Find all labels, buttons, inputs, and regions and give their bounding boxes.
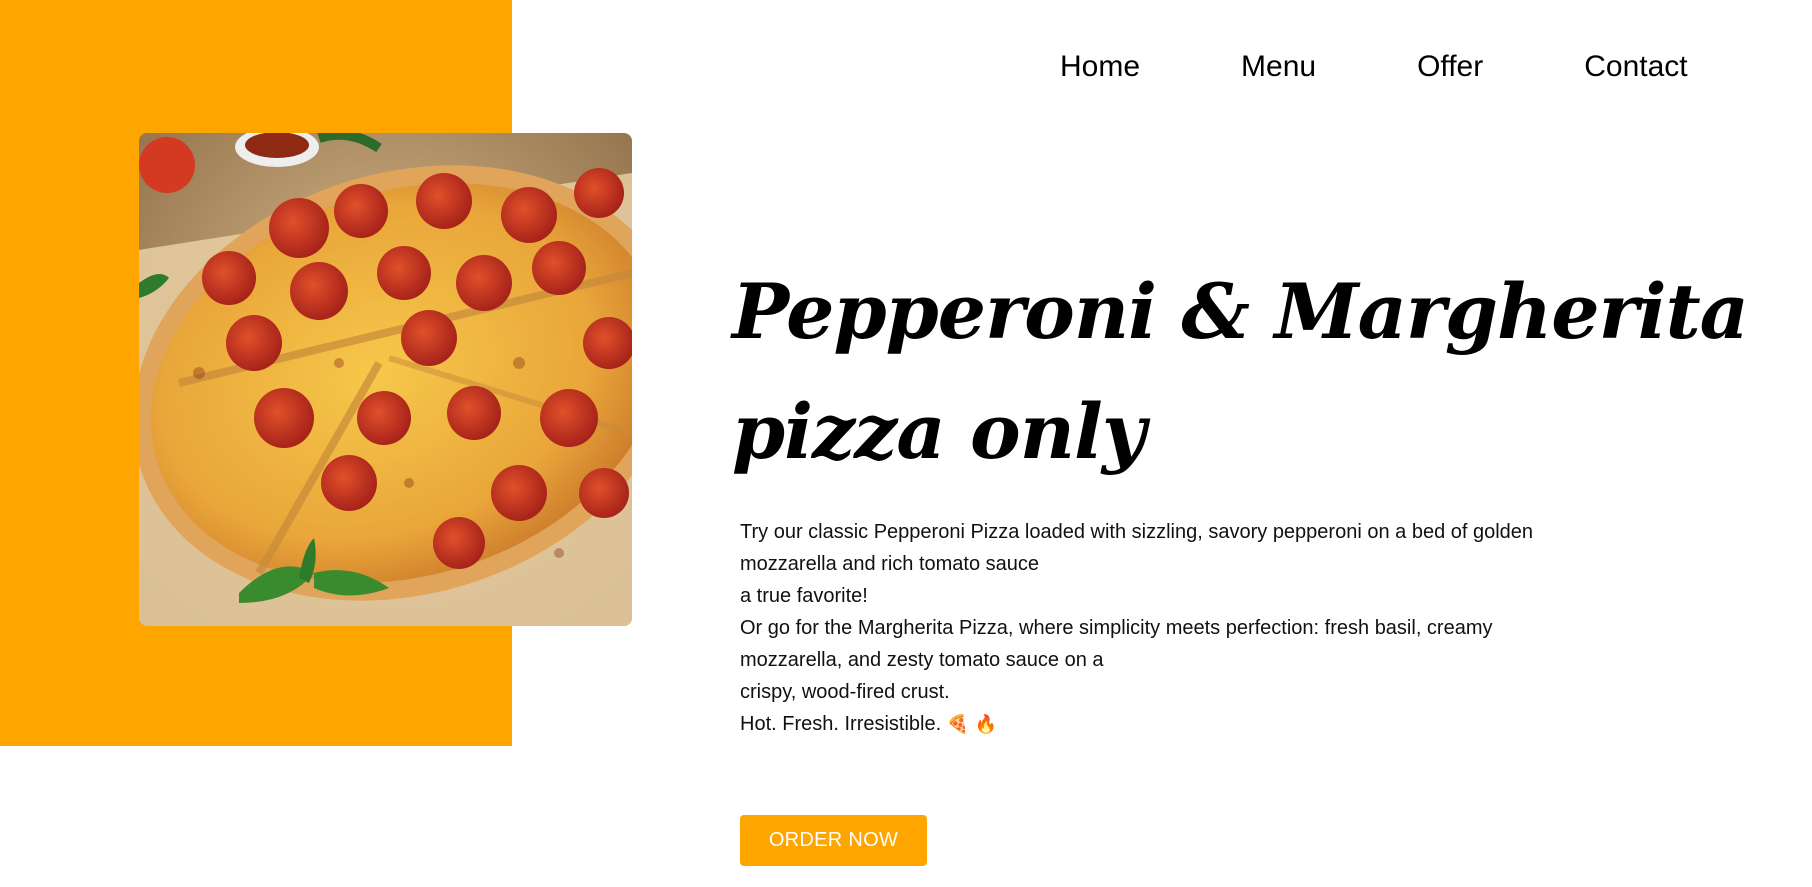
pizza-illustration <box>139 133 632 626</box>
hero-headline-line-2: pizza only <box>732 387 1146 476</box>
description-line-5: mozzarella, and zesty tomato sauce on a <box>740 649 1104 671</box>
landing-page: Home Menu Offer Contact Pepperoni & Marg… <box>0 0 1812 887</box>
description-line-4: Or go for the Margherita Pizza, where si… <box>740 617 1493 639</box>
nav-home-link[interactable]: Home <box>1060 48 1140 86</box>
order-now-button[interactable]: ORDER NOW <box>740 815 927 866</box>
hero-headline-line-1: Pepperoni & Margherita <box>732 267 1749 356</box>
pizza-hero-image <box>139 133 632 626</box>
description-tagline: Hot. Fresh. Irresistible. <box>740 713 942 735</box>
main-navigation: Home Menu Offer Contact <box>1060 48 1688 86</box>
nav-menu-link[interactable]: Menu <box>1241 48 1316 86</box>
description-line-1: Try our classic Pepperoni Pizza loaded w… <box>740 521 1534 543</box>
description-line-6: crispy, wood-fired crust. <box>740 681 950 703</box>
nav-contact-link[interactable]: Contact <box>1584 48 1687 86</box>
nav-offer-link[interactable]: Offer <box>1417 48 1483 86</box>
hero-headline: Pepperoni & Margherita pizza only <box>732 252 1749 492</box>
hero-description: Try our classic Pepperoni Pizza loaded w… <box>740 516 1620 741</box>
description-line-3: a true favorite! <box>740 585 868 607</box>
pizza-fire-emoji-icon: 🍕 🔥 <box>946 714 998 735</box>
description-line-2: mozzarella and rich tomato sauce <box>740 553 1040 575</box>
description-line-7: Hot. Fresh. Irresistible. 🍕 🔥 <box>740 708 1620 741</box>
